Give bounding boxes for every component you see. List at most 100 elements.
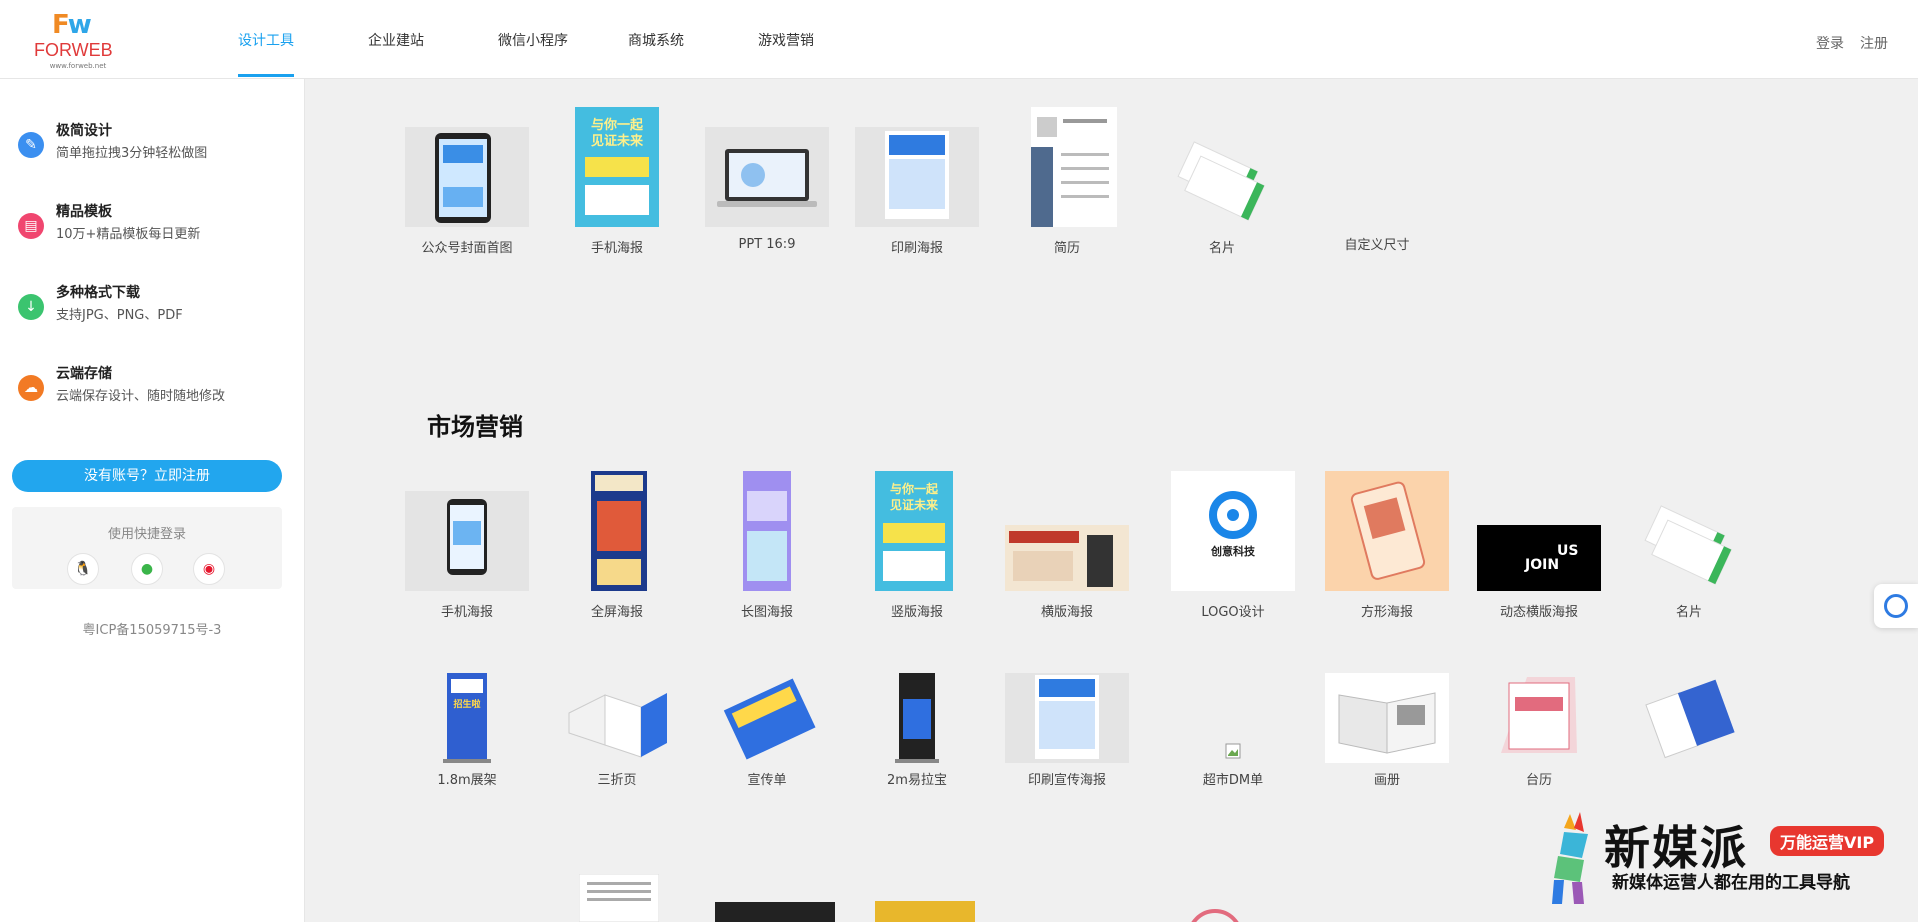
nav-item-website-builder[interactable]: 企业建站 xyxy=(368,30,424,50)
quick-login-panel: 使用快捷登录 🐧 ● ◉ xyxy=(12,507,282,589)
tile-print-poster[interactable]: 印刷海报 xyxy=(855,127,979,257)
tile-label: 印刷宣传海报 xyxy=(1027,773,1106,788)
poster-line1: 与你一起 xyxy=(890,481,939,496)
tile-label: 宣传单 xyxy=(747,773,787,788)
tile-booklet[interactable] xyxy=(1627,679,1751,811)
tile-label: 公众号封面首图 xyxy=(421,241,513,256)
top-navbar: Fw FORWEB www.forweb.net 设计工具 企业建站 微信小程序… xyxy=(0,0,1918,79)
tile-mobile-poster[interactable]: 与你一起 见证未来 手机海报 xyxy=(555,107,679,257)
register-now-button[interactable]: 没有账号？立即注册 xyxy=(12,460,282,492)
tile-label: 1.8m展架 xyxy=(437,773,497,788)
vertical-poster-thumb: 与你一起 见证未来 xyxy=(875,471,953,591)
nav-item-mall-system[interactable]: 商城系统 xyxy=(628,30,684,50)
logo-url-text: www.forweb.net xyxy=(49,62,107,70)
tile-label: 动态横版海报 xyxy=(1499,605,1578,620)
tile-supermarket-dm[interactable]: 超市DM单 xyxy=(1171,681,1295,811)
tile-long-poster[interactable]: 长图海报 xyxy=(705,471,829,621)
watermark-vip-badge: 万能运营VIP xyxy=(1770,826,1885,856)
tile-label: 台历 xyxy=(1525,773,1552,788)
tile-label: 方形海报 xyxy=(1360,605,1413,620)
xinmeipai-watermark: 新媒派 万能运营VIP 新媒体运营人都在用的工具导航 xyxy=(1540,810,1900,910)
tile-print-promo-poster[interactable]: 印刷宣传海报 xyxy=(1005,673,1129,811)
login-link[interactable]: 登录 xyxy=(1816,33,1844,53)
tile-display-stand[interactable]: 招生啦 1.8m展架 xyxy=(405,673,529,811)
tile-brochure[interactable]: 画册 xyxy=(1325,673,1449,811)
tile-trifold[interactable]: 三折页 xyxy=(555,681,679,811)
display-stand-thumb: 招生啦 xyxy=(443,673,491,763)
tile-label: 长图海报 xyxy=(740,605,793,620)
mobile-poster-thumb: 与你一起 见证未来 xyxy=(575,107,659,227)
tile-desk-calendar[interactable]: 台历 xyxy=(1477,677,1601,811)
logo-brand-text: 创意科技 xyxy=(1210,544,1256,558)
logo-mark: Fw xyxy=(52,10,92,40)
tile-label: 简历 xyxy=(1053,241,1080,256)
qq-icon[interactable]: 🐧 xyxy=(67,553,99,585)
assistant-icon xyxy=(1884,594,1908,618)
tile-resume[interactable]: 简历 xyxy=(1005,107,1129,257)
tile-label: 超市DM单 xyxy=(1202,773,1264,788)
nav-active-indicator xyxy=(238,74,294,77)
floating-assistant-button[interactable] xyxy=(1874,584,1918,628)
deer-logo-icon xyxy=(1552,812,1588,904)
feature-formats: ↓ 多种格式下载 支持JPG、PNG、PDF xyxy=(16,282,296,326)
watermark-subtitle: 新媒体运营人都在用的工具导航 xyxy=(1612,873,1850,893)
tile-ppt[interactable]: PPT 16:9 xyxy=(705,127,829,257)
weibo-icon[interactable]: ◉ xyxy=(193,553,225,585)
print-promo-thumb xyxy=(1005,673,1129,763)
square-poster-thumb xyxy=(1325,471,1449,591)
register-link[interactable]: 注册 xyxy=(1860,33,1888,53)
tile-marketing-mobile-poster[interactable]: 手机海报 xyxy=(405,491,529,621)
feature-desc: 支持JPG、PNG、PDF xyxy=(56,308,183,323)
logo-mark-w: w xyxy=(67,10,92,40)
feature-templates: ▤ 精品模板 10万+精品模板每日更新 xyxy=(16,201,296,245)
rollup-text: 招生啦 xyxy=(453,698,480,710)
tile-rollup-banner[interactable]: 2m易拉宝 xyxy=(855,673,979,811)
tile-label: 三折页 xyxy=(597,773,637,788)
nav-item-mini-program[interactable]: 微信小程序 xyxy=(498,30,568,50)
tile-label: 竖版海报 xyxy=(890,605,943,620)
wechat-icon[interactable]: ● xyxy=(131,553,163,585)
tile-square-poster[interactable]: 方形海报 xyxy=(1325,471,1449,621)
tile-label: PPT 16:9 xyxy=(738,237,796,252)
tile-business-card[interactable]: 名片 xyxy=(1160,127,1284,257)
tile-label: 手机海报 xyxy=(440,605,493,620)
nav-item-game-marketing[interactable]: 游戏营销 xyxy=(758,30,814,50)
tile-label: 2m易拉宝 xyxy=(887,773,947,788)
feature-title: 极简设计 xyxy=(56,123,112,139)
feature-simple-design: ✎ 极简设计 简单拖拉拽3分钟轻松做图 xyxy=(16,120,296,164)
tile-marketing-business-card[interactable]: 名片 xyxy=(1627,491,1751,621)
tile-label: 画册 xyxy=(1373,773,1400,788)
pencil-icon: ✎ xyxy=(18,132,44,158)
left-sidebar: ✎ 极简设计 简单拖拉拽3分钟轻松做图 ▤ 精品模板 10万+精品模板每日更新 … xyxy=(0,79,305,922)
tile-label: 全屏海报 xyxy=(590,605,643,620)
resume-thumb xyxy=(1031,107,1117,227)
poster-line2: 见证未来 xyxy=(591,133,644,149)
tile-logo-design[interactable]: 创意科技 LOGO设计 xyxy=(1171,471,1295,621)
business-card-thumb xyxy=(1177,141,1265,221)
tile-label: 自定义尺寸 xyxy=(1344,238,1410,253)
tile-label: 名片 xyxy=(1208,241,1235,256)
tile-wechat-cover[interactable]: 公众号封面首图 xyxy=(405,127,529,257)
logo-brand-text: FORWEB xyxy=(34,40,113,60)
ppt-laptop-thumb xyxy=(705,127,829,227)
tile-fullscreen-poster[interactable]: 全屏海报 xyxy=(555,471,679,621)
desk-calendar-thumb xyxy=(1501,677,1577,753)
rollup-banner-thumb xyxy=(895,673,939,763)
animated-banner-thumb: JOIN US xyxy=(1477,525,1601,591)
us-text: US xyxy=(1557,543,1578,559)
tile-horizontal-poster[interactable]: 横版海报 xyxy=(1005,491,1129,621)
tile-flyer[interactable]: 宣传单 xyxy=(705,678,829,811)
tile-animated-banner[interactable]: JOIN US 动态横版海报 xyxy=(1477,491,1601,621)
feature-title: 云端存储 xyxy=(56,366,112,382)
tile-custom-size[interactable]: 自定义尺寸 xyxy=(1315,127,1439,257)
template-icon: ▤ xyxy=(18,213,44,239)
tile-label: 印刷海报 xyxy=(890,241,943,256)
nav-item-design-tools[interactable]: 设计工具 xyxy=(238,30,294,50)
icp-license[interactable]: 粤ICP备15059715号-3 xyxy=(0,619,304,638)
brochure-thumb xyxy=(1325,673,1449,763)
tile-vertical-poster[interactable]: 与你一起 见证未来 竖版海报 xyxy=(855,471,979,621)
feature-desc: 云端保存设计、随时随地修改 xyxy=(56,389,226,404)
feature-title: 多种格式下载 xyxy=(56,285,140,301)
forweb-logo[interactable]: Fw FORWEB www.forweb.net xyxy=(34,10,118,70)
poster-line1: 与你一起 xyxy=(591,117,644,133)
